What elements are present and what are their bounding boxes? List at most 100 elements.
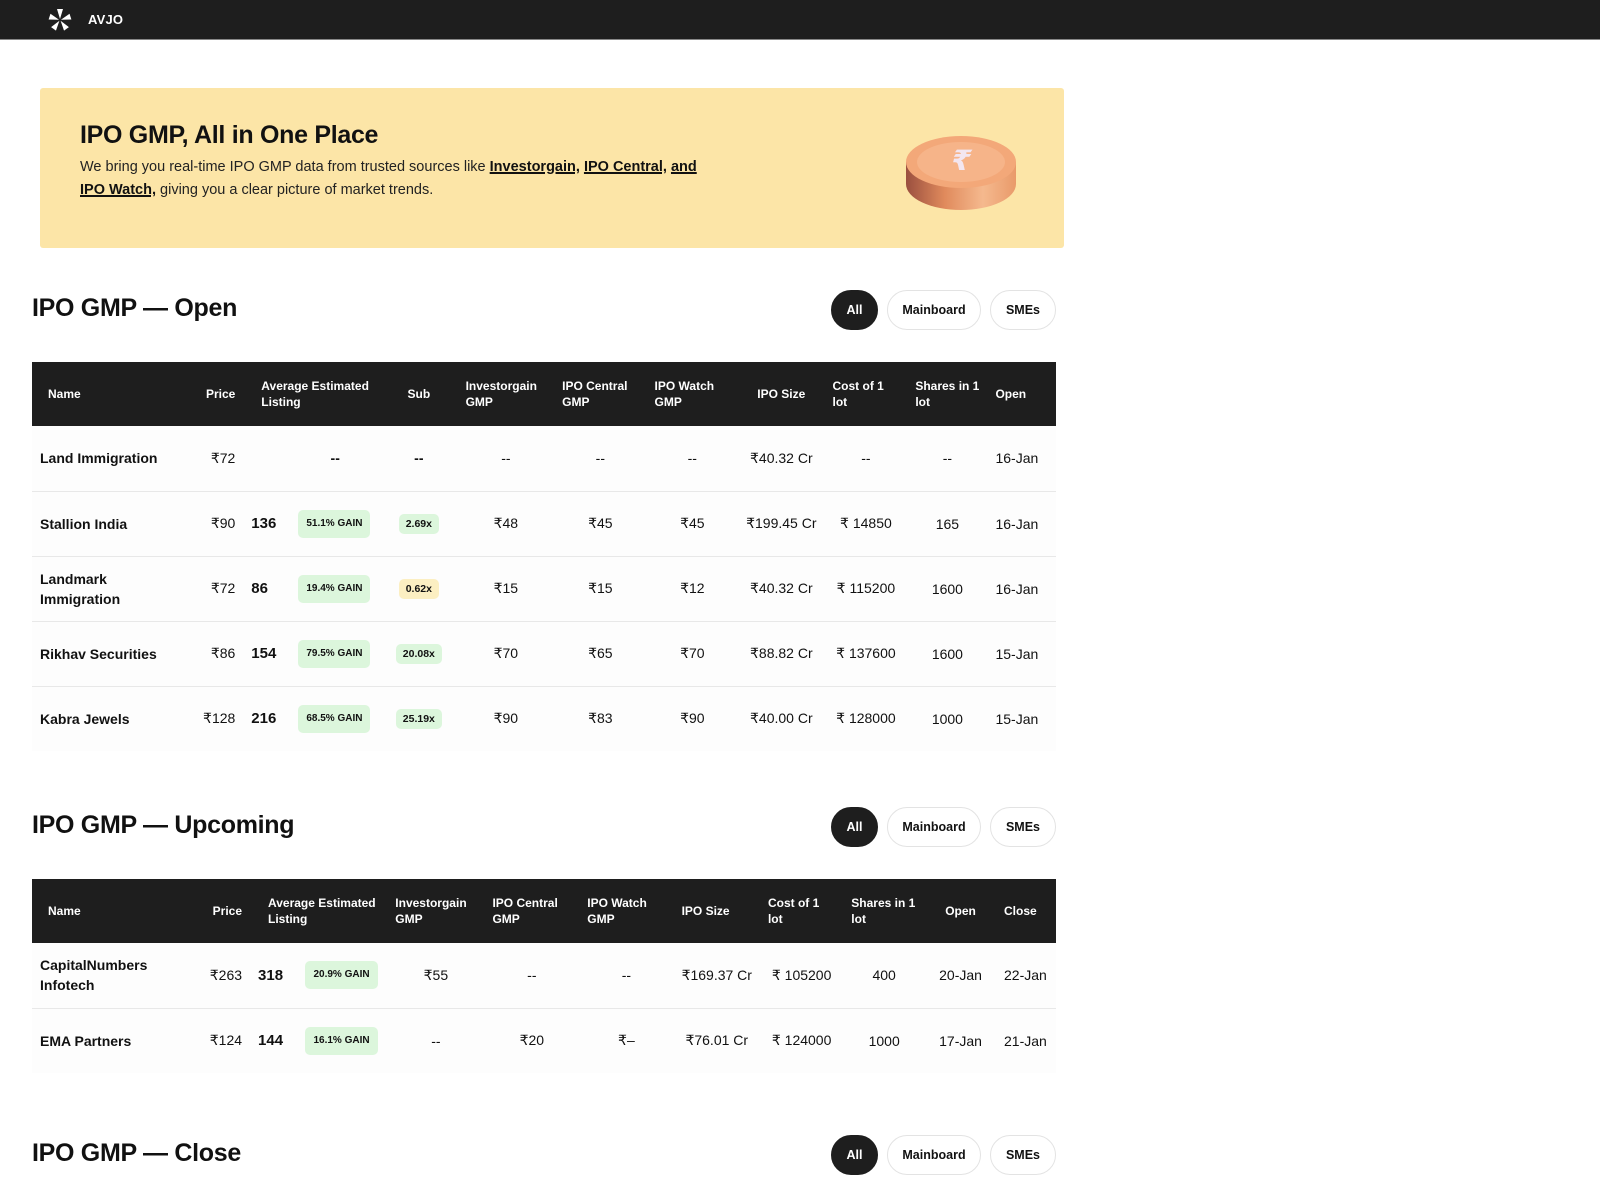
gain-cell: 51.1% GAIN (290, 491, 381, 557)
table-row[interactable]: Kabra Jewels ₹128 216 68.5% GAIN 25.19x … (32, 686, 1056, 751)
hero-title: IPO GMP, All in One Place (80, 121, 379, 149)
ipo-price: ₹72 (191, 426, 244, 492)
subscription-value: -- (380, 426, 458, 492)
col-close[interactable]: Close (996, 879, 1056, 943)
gain-cell: 20.9% GAIN (297, 943, 388, 1009)
filter-smes-button[interactable]: SMEs (990, 290, 1056, 330)
subscription-cell: 20.08x (380, 621, 458, 687)
filter-mainboard-button[interactable]: Mainboard (887, 290, 981, 330)
top-navbar: AVJO (0, 0, 1600, 40)
ipo-name[interactable]: Stallion India (32, 491, 192, 557)
col-cost-lot[interactable]: Cost of 1 lot (759, 879, 844, 943)
shares-lot: 1000 (843, 1008, 926, 1073)
col-ipo-size[interactable]: IPO Size (673, 879, 760, 943)
col-price[interactable]: Price (198, 879, 251, 943)
section-title-open: IPO GMP — Open (32, 294, 238, 322)
filter-all-button[interactable]: All (831, 1135, 878, 1175)
hero-description: We bring you real-time IPO GMP data from… (80, 156, 720, 202)
col-cost-lot[interactable]: Cost of 1 lot (824, 362, 908, 426)
subscription-badge: 20.08x (395, 643, 442, 664)
section-title-upcoming: IPO GMP — Upcoming (32, 811, 295, 839)
filter-all-button[interactable]: All (831, 290, 878, 330)
ipo-size: ₹199.45 Cr (738, 491, 825, 557)
close-date: 21-Jan (996, 1008, 1056, 1073)
investorgain-gmp: -- (457, 426, 555, 492)
col-investorgain-gmp[interactable]: Investorgain GMP (457, 362, 555, 426)
col-ipo-watch-gmp[interactable]: IPO Watch GMP (579, 879, 674, 943)
est-listing: 318 (250, 943, 298, 1009)
col-shares-lot[interactable]: Shares in 1 lot (843, 879, 926, 943)
ipo-central-gmp: -- (484, 943, 580, 1009)
filter-smes-button[interactable]: SMEs (990, 807, 1056, 847)
est-listing (243, 426, 291, 492)
cost-lot: ₹ 115200 (824, 556, 908, 622)
col-open[interactable]: Open (925, 879, 997, 943)
col-investorgain-gmp[interactable]: Investorgain GMP (387, 879, 485, 943)
col-name[interactable]: Name (32, 362, 192, 426)
table-row[interactable]: Landmark Immigration ₹72 86 19.4% GAIN 0… (32, 556, 1056, 622)
col-ipo-central-gmp[interactable]: IPO Central GMP (484, 879, 580, 943)
table-row[interactable]: Stallion India ₹90 136 51.1% GAIN 2.69x … (32, 491, 1056, 557)
investorgain-gmp: ₹55 (387, 943, 485, 1009)
ipo-size: ₹40.32 Cr (738, 426, 825, 492)
cost-lot: ₹ 124000 (759, 1008, 844, 1073)
pinwheel-logo-icon[interactable] (47, 7, 73, 33)
ipo-central-gmp: ₹20 (484, 1008, 580, 1073)
shares-lot: 1600 (907, 621, 988, 687)
gain-cell: 79.5% GAIN (290, 621, 381, 687)
ipo-central-link[interactable]: IPO Central, (584, 159, 667, 175)
ipo-size: ₹40.00 Cr (738, 686, 825, 751)
shares-lot: 400 (843, 943, 926, 1009)
table-row[interactable]: CapitalNumbers Infotech ₹263 318 20.9% G… (32, 943, 1056, 1009)
col-name[interactable]: Name (32, 879, 199, 943)
gain-badge: 68.5% GAIN (298, 704, 371, 733)
col-avg-est-listing[interactable]: Average Estimated Listing (243, 362, 381, 426)
investorgain-link[interactable]: Investorgain, (490, 159, 580, 175)
cost-lot: -- (824, 426, 908, 492)
table-row[interactable]: Rikhav Securities ₹86 154 79.5% GAIN 20.… (32, 621, 1056, 687)
ipo-name[interactable]: EMA Partners (32, 1008, 199, 1073)
ipo-name[interactable]: Rikhav Securities (32, 621, 192, 687)
col-ipo-central-gmp[interactable]: IPO Central GMP (554, 362, 647, 426)
ipo-name[interactable]: CapitalNumbers Infotech (32, 943, 199, 1009)
col-sub[interactable]: Sub (380, 362, 458, 426)
subscription-cell: 2.69x (380, 491, 458, 557)
cost-lot: ₹ 137600 (824, 621, 908, 687)
upcoming-section-header: IPO GMP — Upcoming All Mainboard SMEs (32, 807, 1056, 851)
ipo-central-gmp: ₹45 (554, 491, 647, 557)
open-date: 15-Jan (987, 686, 1056, 751)
ipo-name[interactable]: Kabra Jewels (32, 686, 192, 751)
gain-cell: 16.1% GAIN (297, 1008, 388, 1073)
shares-lot: -- (907, 426, 988, 492)
investorgain-gmp: -- (387, 1008, 485, 1073)
col-price[interactable]: Price (191, 362, 244, 426)
close-date: 22-Jan (996, 943, 1056, 1009)
col-open[interactable]: Open (987, 362, 1056, 426)
ipo-price: ₹90 (191, 491, 244, 557)
col-avg-est-listing[interactable]: Average Estimated Listing (250, 879, 388, 943)
hero-text-after: giving you a clear picture of market tre… (156, 182, 434, 198)
filter-mainboard-button[interactable]: Mainboard (887, 807, 981, 847)
table-row[interactable]: Land Immigration ₹72 -- -- -- -- -- ₹40.… (32, 426, 1056, 492)
open-date: 16-Jan (987, 556, 1056, 622)
ipo-name[interactable]: Landmark Immigration (32, 556, 192, 622)
subscription-cell: 0.62x (380, 556, 458, 622)
filter-smes-button[interactable]: SMEs (990, 1135, 1056, 1175)
est-listing: 154 (243, 621, 291, 687)
ipo-watch-gmp: ₹– (579, 1008, 674, 1073)
filter-mainboard-button[interactable]: Mainboard (887, 1135, 981, 1175)
gain-value: -- (290, 426, 381, 492)
ipo-price: ₹86 (191, 621, 244, 687)
brand-name[interactable]: AVJO (88, 12, 123, 27)
cost-lot: ₹ 14850 (824, 491, 908, 557)
col-ipo-size[interactable]: IPO Size (738, 362, 825, 426)
filter-all-button[interactable]: All (831, 807, 878, 847)
subscription-badge: 2.69x (398, 513, 439, 534)
open-date: 16-Jan (987, 426, 1056, 492)
col-shares-lot[interactable]: Shares in 1 lot (907, 362, 988, 426)
open-date: 20-Jan (925, 943, 997, 1009)
close-filter-group: All Mainboard SMEs (831, 1135, 1056, 1175)
col-ipo-watch-gmp[interactable]: IPO Watch GMP (646, 362, 739, 426)
table-row[interactable]: EMA Partners ₹124 144 16.1% GAIN -- ₹20 … (32, 1008, 1056, 1073)
ipo-name[interactable]: Land Immigration (32, 426, 192, 492)
